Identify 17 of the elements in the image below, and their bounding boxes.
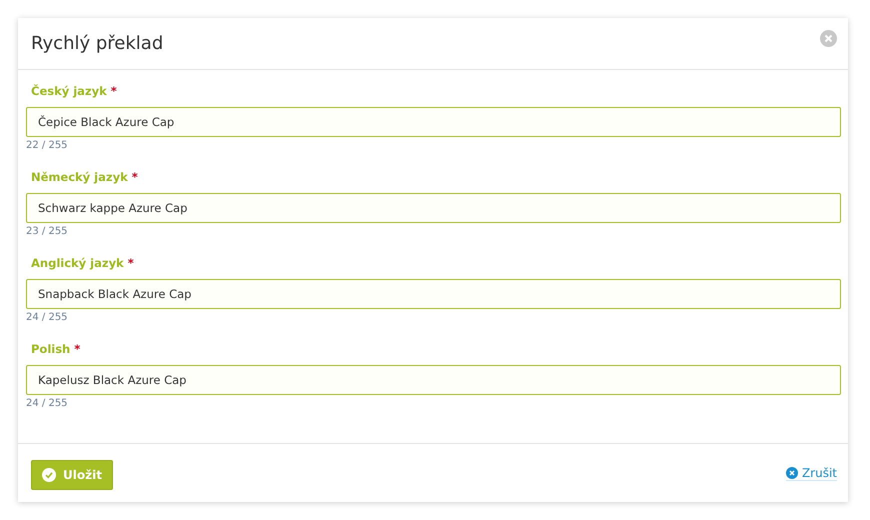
cancel-link[interactable]: Zrušit <box>786 466 837 480</box>
character-counter: 24 / 255 <box>26 312 69 323</box>
character-counter: 23 / 255 <box>26 226 69 237</box>
text-field[interactable]: Kapelusz Black Azure Cap <box>26 365 841 395</box>
text-field[interactable]: Snapback Black Azure Cap <box>26 279 841 309</box>
text-field[interactable]: Schwarz kappe Azure Cap <box>26 193 841 223</box>
dialog-title: Rychlý překlad <box>31 33 164 54</box>
close-icon[interactable] <box>820 30 837 47</box>
field-label: Český jazyk * <box>31 84 118 98</box>
field-label: Německý jazyk * <box>31 170 139 184</box>
character-counter: 24 / 255 <box>26 398 69 409</box>
check-icon <box>42 468 56 482</box>
text-field[interactable]: Čepice Black Azure Cap <box>26 107 841 137</box>
character-counter: 22 / 255 <box>26 140 69 151</box>
field-label: Anglický jazyk * <box>31 256 135 270</box>
field-label: Polish * <box>31 342 82 356</box>
close-icon <box>786 466 798 478</box>
